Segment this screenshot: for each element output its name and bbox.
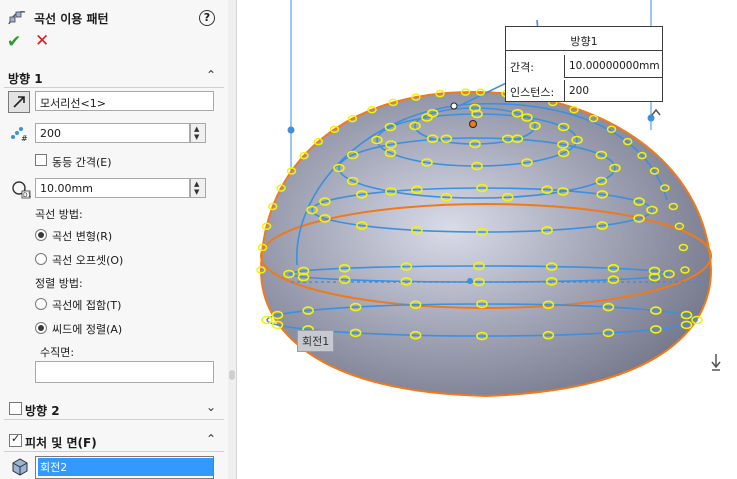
instances-spinner[interactable]: ▲ ▼ [190, 123, 206, 143]
spacing-distance-icon: D1 [9, 178, 32, 200]
feature-title: 곡선 이용 패턴 [34, 12, 109, 26]
help-icon[interactable]: ? [199, 10, 215, 26]
chevron-up-icon[interactable]: ⌃ [206, 68, 216, 82]
direction2-checkbox[interactable] [9, 402, 22, 415]
tangent-to-curve-radio[interactable] [35, 298, 47, 310]
callout-title: 방향1 [570, 35, 598, 48]
normal-face-field[interactable] [35, 361, 214, 383]
align-method-label: 정렬 방법: [35, 277, 83, 290]
spacing-input[interactable]: 10.00mm [35, 178, 190, 198]
callout-instances-value[interactable]: 200 [564, 80, 662, 102]
features-faces-header-label: 피처 및 면(F) [25, 436, 97, 450]
features-list-item[interactable]: 회전2 [38, 458, 213, 476]
callout-spacing-label: 간격: [510, 61, 534, 74]
align-to-seed-radio[interactable] [35, 322, 47, 334]
direction2-group-header[interactable]: 방향 2 ⌄ [4, 397, 224, 420]
curve-pattern-icon [8, 11, 26, 25]
splitter-handle[interactable] [229, 370, 235, 380]
svg-text:D1: D1 [23, 192, 31, 199]
reference-point [287, 126, 295, 134]
normal-face-label: 수직면: [40, 346, 75, 359]
chevron-up-icon[interactable]: ⌃ [206, 432, 216, 446]
panel-splitter[interactable] [228, 0, 237, 479]
direction2-header-label: 방향 2 [25, 404, 60, 418]
align-to-seed-label: 씨드에 정렬(A) [52, 323, 123, 336]
direction1-group-header[interactable]: 방향 1 ⌃ [4, 65, 224, 88]
features-faces-checkbox[interactable] [9, 432, 22, 447]
curve-transform-radio[interactable] [35, 229, 47, 241]
curve-transform-label: 곡선 변형(R) [52, 230, 113, 243]
cancel-x-icon[interactable]: ✕ [35, 31, 49, 51]
property-manager: 곡선 이용 패턴 ? ✔ ✕ 방향 1 ⌃ 모서리선<1> # 200 ▲ ▼ 동… [0, 0, 229, 479]
direction1-callout[interactable]: 방향1 간격: 10.00000000mm 인스턴스: 200 [505, 26, 663, 102]
equal-spacing-checkbox[interactable] [35, 154, 47, 166]
chevron-down-icon[interactable]: ⌄ [206, 400, 216, 414]
features-faces-group-header[interactable]: 피처 및 면(F) ⌃ [4, 429, 224, 452]
feature-title-bar: 곡선 이용 패턴 ? [0, 4, 228, 26]
instances-input[interactable]: 200 [35, 123, 190, 143]
features-to-pattern-icon [10, 456, 32, 478]
callout-instances-label: 인스턴스: [510, 86, 555, 99]
direction1-header-label: 방향 1 [8, 72, 43, 86]
chevron-up-icon[interactable] [650, 107, 662, 117]
callout-anchor [450, 102, 458, 110]
instances-count-icon: # [9, 123, 31, 145]
callout-spacing-value[interactable]: 10.00000000mm [564, 55, 662, 77]
reverse-direction-icon[interactable] [8, 91, 30, 113]
curve-method-label: 곡선 방법: [35, 208, 83, 221]
center-point [467, 278, 473, 284]
curve-offset-label: 곡선 오프셋(O) [52, 254, 124, 267]
curve-offset-radio[interactable] [35, 253, 47, 265]
svg-text:#: # [21, 134, 28, 143]
pattern-direction-edge-field[interactable]: 모서리선<1> [35, 91, 214, 111]
graphics-viewport[interactable]: 방향1 간격: 10.00000000mm 인스턴스: 200 회전1 [237, 0, 737, 479]
equal-spacing-label: 동등 간격(E) [52, 156, 112, 169]
seed-point [469, 120, 477, 128]
tangent-to-curve-label: 곡선에 접함(T) [52, 299, 122, 312]
ok-check-icon[interactable]: ✔ [7, 32, 21, 52]
scroll-down-arrow-icon[interactable] [709, 352, 723, 374]
body-name-tag: 회전1 [297, 330, 335, 352]
features-to-pattern-list[interactable]: 회전2 [35, 456, 214, 479]
spacing-spinner[interactable]: ▲ ▼ [190, 178, 206, 198]
